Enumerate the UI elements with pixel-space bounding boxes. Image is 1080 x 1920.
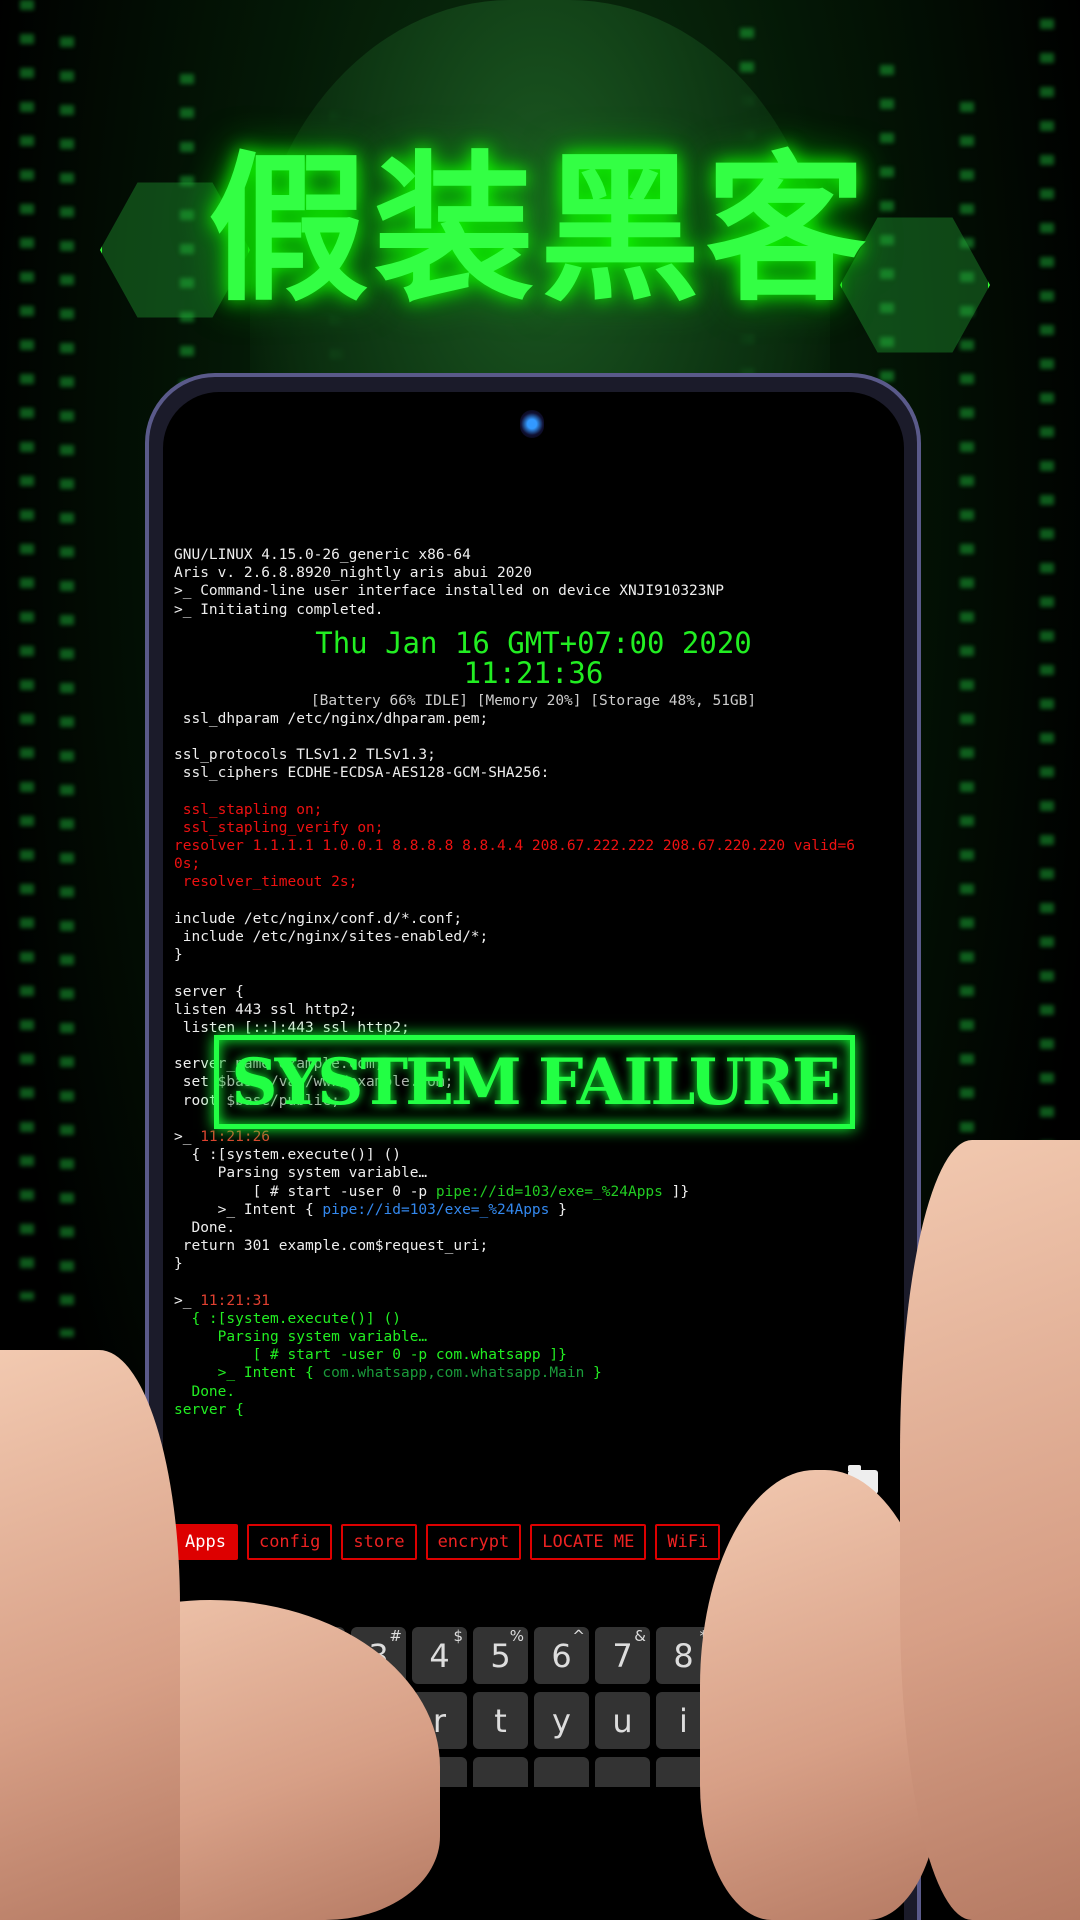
system-failure-overlay: SYSTEM FAILURE (214, 1035, 855, 1129)
right-hand (900, 1140, 1080, 1920)
key[interactable] (595, 1757, 650, 1787)
terminal-segment: ]} (662, 1183, 690, 1200)
key-shift-label: % (509, 1627, 524, 1645)
terminal-segment: 11:21:31 (200, 1292, 271, 1309)
terminal-line: ssl_protocols TLSv1.2 TLSv1.3; (174, 747, 436, 764)
key[interactable]: y (534, 1692, 589, 1749)
terminal-line: ssl_stapling_verify on; (174, 819, 384, 836)
terminal-line: { :[system.execute()] () (174, 1310, 401, 1327)
terminal-line: Parsing system variable… (174, 1329, 428, 1346)
clock-date: Thu Jan 16 GMT+07:00 2020 (315, 626, 752, 660)
key-label: i (679, 1701, 688, 1740)
key[interactable]: 7 & (595, 1627, 650, 1684)
terminal-line: } (174, 1256, 183, 1273)
terminal-line: include /etc/nginx/sites-enabled/*; (174, 928, 489, 945)
terminal-line: 0s; (174, 856, 201, 873)
terminal-line: >_ 11:21:31 (174, 1292, 899, 1310)
terminal-segment: [ # start -user 0 -p (174, 1183, 436, 1200)
terminal-line: Done. (174, 1383, 236, 1400)
terminal-line: >_ Intent { com.whatsapp,com.whatsapp.Ma… (174, 1364, 899, 1382)
terminal-line: } (174, 947, 183, 964)
key[interactable]: t (473, 1692, 528, 1749)
key-label: u (612, 1701, 633, 1740)
promo-title: 假装黑客 (207, 136, 872, 323)
key[interactable]: 5% (473, 1627, 528, 1684)
shortcut-wifi[interactable]: WiFi (655, 1524, 721, 1560)
key-shift-label: ^ (572, 1627, 585, 1645)
terminal-segment: >_ Intent { (174, 1201, 323, 1218)
terminal-segment: pipe://id=103/exe=_%24Apps (435, 1183, 663, 1200)
terminal-segment: pipe://id=103/exe=_%24Apps (322, 1201, 550, 1218)
key-label: t (494, 1701, 507, 1740)
terminal-line: listen 443 ssl http2; (174, 1001, 358, 1018)
shortcut-encrypt[interactable]: encrypt (425, 1524, 522, 1560)
terminal-line: >_ Initiating completed. (174, 601, 384, 618)
terminal-line: server { (174, 983, 244, 1000)
terminal-segment: >_ (174, 1292, 201, 1309)
terminal-line: Parsing system variable… (174, 1165, 428, 1182)
key-label: 4 (429, 1636, 450, 1675)
terminal-line: resolver_timeout 2s; (174, 874, 358, 891)
terminal-line: ssl_ciphers ECDHE-ECDSA-AES128-GCM-SHA25… (174, 765, 550, 782)
terminal-line: Done. (174, 1219, 236, 1236)
clock-time: 11:21:36 (463, 656, 604, 690)
terminal-line: Aris v. 2.6.8.8920_nightly aris abui 202… (174, 565, 532, 582)
terminal-line: >_ 11:21:26 (174, 1128, 899, 1146)
terminal-line: >_ Intent { pipe://id=103/exe=_%24Apps } (174, 1201, 899, 1219)
terminal-segment: >_ Intent { (174, 1365, 323, 1382)
terminal-segment: 11:21:26 (200, 1129, 271, 1145)
key-shift-label: & (634, 1627, 646, 1645)
terminal-line: [ # start -user 0 -p com.whatsapp ]} (174, 1347, 567, 1364)
terminal-line: GNU/LINUX 4.15.0-26_generic x86-64 (174, 547, 471, 563)
key-label: 8 (673, 1636, 694, 1675)
key-shift-label: $ (453, 1627, 463, 1645)
terminal-line: [ # start -user 0 -p pipe://id=103/exe=_… (174, 1183, 899, 1201)
key[interactable] (534, 1757, 589, 1787)
key[interactable]: u (595, 1692, 650, 1749)
key-shift-label: # (389, 1627, 402, 1645)
shortcut-config[interactable]: config (246, 1524, 333, 1560)
terminal-line: resolver 1.1.1.1 1.0.0.1 8.8.8.8 8.8.4.4… (174, 838, 855, 854)
clock-widget: Thu Jan 16 GMT+07:00 2020 11:21:36 [Batt… (163, 626, 904, 710)
key[interactable]: 6 ^ (534, 1627, 589, 1684)
terminal-line: include /etc/nginx/conf.d/*.conf; (174, 910, 463, 927)
shortcut-store[interactable]: store (341, 1524, 417, 1560)
terminal-segment: com.whatsapp,com.whatsapp.Main (322, 1365, 585, 1382)
terminal-segment: } (584, 1365, 602, 1382)
shortcut-bar: Apps config store encrypt LOCATE ME WiFi (173, 1524, 721, 1560)
terminal-line: server { (174, 1401, 244, 1418)
key-label: 6 (551, 1636, 572, 1675)
key-label: 5 (490, 1636, 511, 1675)
shortcut-locate-me[interactable]: LOCATE ME (530, 1524, 647, 1560)
key-label: 7 (612, 1636, 633, 1675)
key-label: y (552, 1701, 571, 1740)
terminal-line: >_ Command-line user interface installed… (174, 583, 724, 600)
terminal-segment: } (549, 1201, 567, 1218)
left-hand (0, 1350, 180, 1920)
front-camera (520, 410, 544, 438)
terminal-line: ssl_stapling on; (174, 801, 323, 818)
system-stats: [Battery 66% IDLE] [Memory 20%] [Storage… (310, 693, 757, 709)
terminal-line: { :[system.execute()] () (174, 1147, 401, 1164)
shortcut-apps[interactable]: Apps (173, 1524, 238, 1560)
terminal-line: return 301 example.com$request_uri; (174, 1238, 489, 1255)
key[interactable] (473, 1757, 528, 1787)
key[interactable]: 4 $ (412, 1627, 467, 1684)
terminal-segment: >_ (174, 1129, 201, 1145)
terminal-line: ssl_dhparam /etc/nginx/dhparam.pem; (174, 710, 489, 727)
